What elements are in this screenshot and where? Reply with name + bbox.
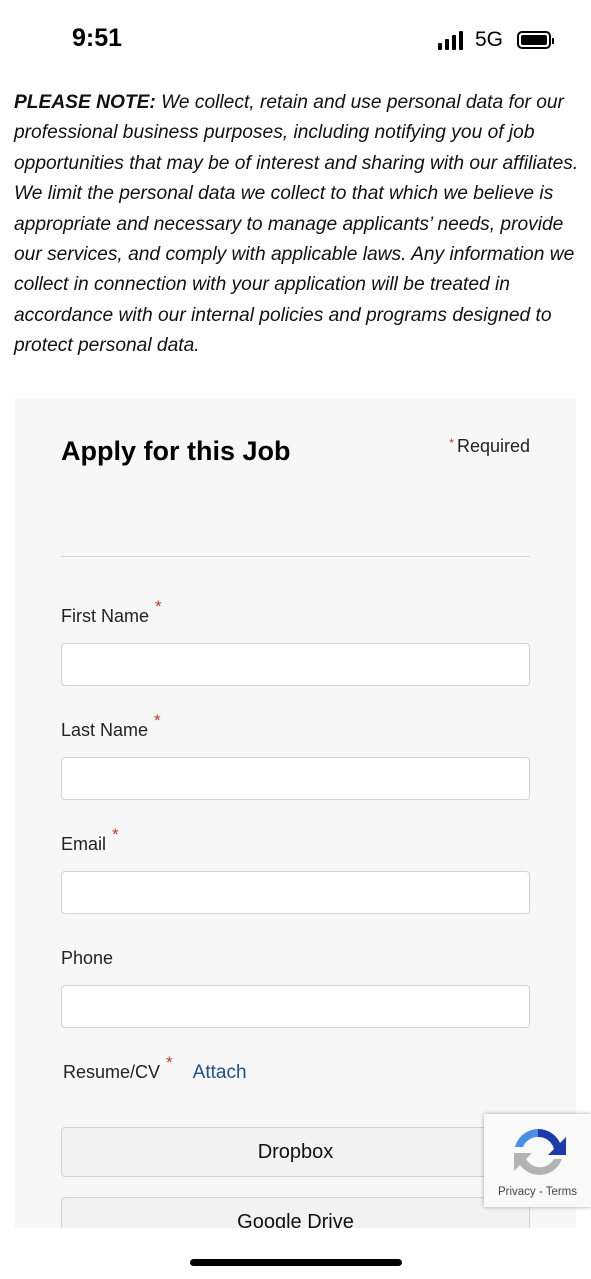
email-label-text: Email (61, 834, 107, 854)
phone-input[interactable] (61, 985, 530, 1028)
phone-label: Phone (61, 948, 113, 969)
required-legend-label: Required (456, 436, 530, 456)
last-name-input[interactable] (61, 757, 530, 800)
required-asterisk: * (154, 711, 161, 730)
divider (61, 556, 530, 557)
first-name-input[interactable] (61, 643, 530, 686)
recaptcha-privacy-link[interactable]: Privacy (498, 1186, 536, 1198)
dropbox-button[interactable]: Dropbox (61, 1127, 530, 1177)
required-asterisk: * (155, 597, 162, 616)
notice-text: We collect, retain and use personal data… (14, 92, 579, 357)
resume-label: Resume/CV (63, 1062, 161, 1082)
required-asterisk: * (112, 825, 119, 844)
first-name-label-text: First Name (61, 606, 150, 626)
status-indicators: 5G (437, 28, 554, 52)
email-label: Email * (61, 825, 119, 855)
privacy-notice: PLEASE NOTE: We collect, retain and use … (14, 88, 579, 362)
required-legend: * Required (449, 436, 530, 457)
recaptcha-icon (514, 1128, 566, 1175)
recaptcha-links: Privacy - Terms (484, 1186, 591, 1198)
resume-row: Resume/CV * Attach (63, 1053, 247, 1084)
required-asterisk: * (166, 1053, 173, 1072)
email-input[interactable] (61, 871, 530, 914)
recaptcha-terms-link[interactable]: Terms (546, 1186, 577, 1198)
battery-icon (517, 31, 554, 49)
phone-label-text: Phone (61, 948, 114, 968)
form-title: Apply for this Job (61, 436, 291, 466)
home-indicator[interactable] (190, 1259, 402, 1266)
application-form: Apply for this Job * Required First Name *… (15, 398, 576, 1247)
last-name-label-text: Last Name (61, 720, 149, 740)
network-type: 5G (474, 28, 503, 51)
last-name-label: Last Name * (61, 711, 161, 741)
notice-prefix: PLEASE NOTE: (14, 92, 156, 113)
bottom-safe-area (0, 1228, 591, 1279)
required-asterisk: * (449, 436, 454, 450)
attach-resume-link[interactable]: Attach (193, 1062, 247, 1084)
first-name-label: First Name * (61, 597, 162, 627)
status-time: 9:51 (72, 24, 123, 52)
status-bar: 9:51 5G (0, 0, 591, 80)
recaptcha-separator: - (535, 1186, 546, 1198)
recaptcha-badge[interactable]: Privacy - Terms (484, 1114, 591, 1207)
signal-strength-icon (437, 30, 463, 50)
